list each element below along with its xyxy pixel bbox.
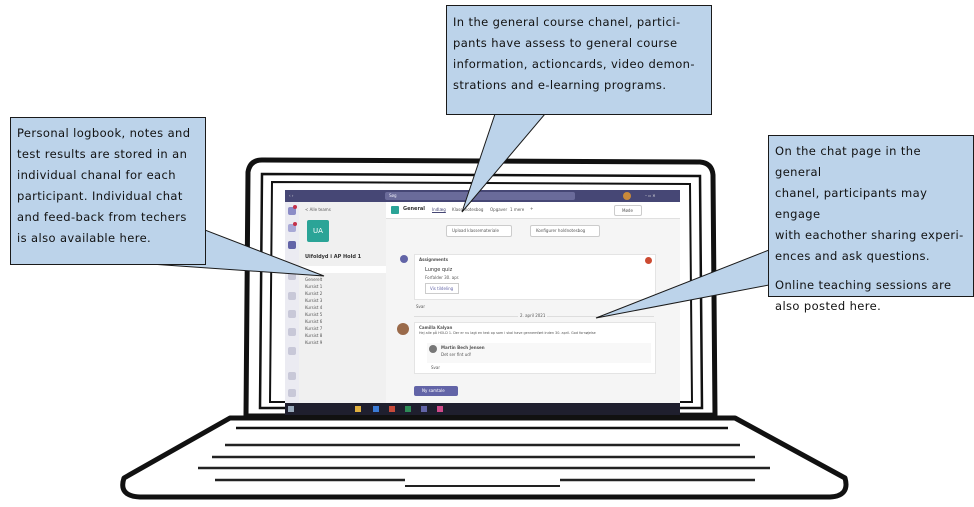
callout-line: test results are stored in an	[17, 147, 188, 161]
callout-individual-channel: Personal logbook, notes and test results…	[10, 117, 206, 265]
callout-line: and feed-back from techers	[17, 210, 187, 224]
callout-line: with eachother sharing experi-	[775, 228, 964, 242]
callout-line: is also available here.	[17, 231, 152, 245]
callout-line: participant. Individual chat	[17, 189, 183, 203]
callout-line: In the general course chanel, partici-	[453, 15, 681, 29]
callout-line: information, actioncards, video demon-	[453, 57, 695, 71]
callout-line: individual chanal for each	[17, 168, 176, 182]
callout-line: chanel, participants may engage	[775, 186, 928, 221]
callout-right-pointer	[595, 249, 770, 319]
callout-line: On the chat page in the general	[775, 144, 921, 179]
callout-line: Personal logbook, notes and	[17, 126, 191, 140]
callout-chat-page: On the chat page in the general chanel, …	[768, 135, 974, 313]
callout-top-pointer	[461, 113, 547, 213]
callout-line: ences and ask questions.	[775, 249, 930, 263]
callout-line: strations and e-learning programs.	[453, 78, 667, 92]
callout-line: also posted here.	[775, 299, 882, 313]
callout-line: pants have assess to general course	[453, 36, 678, 50]
callout-general-channel: In the general course chanel, partici- p…	[446, 5, 712, 115]
callout-line: Online teaching sessions are	[775, 278, 952, 292]
